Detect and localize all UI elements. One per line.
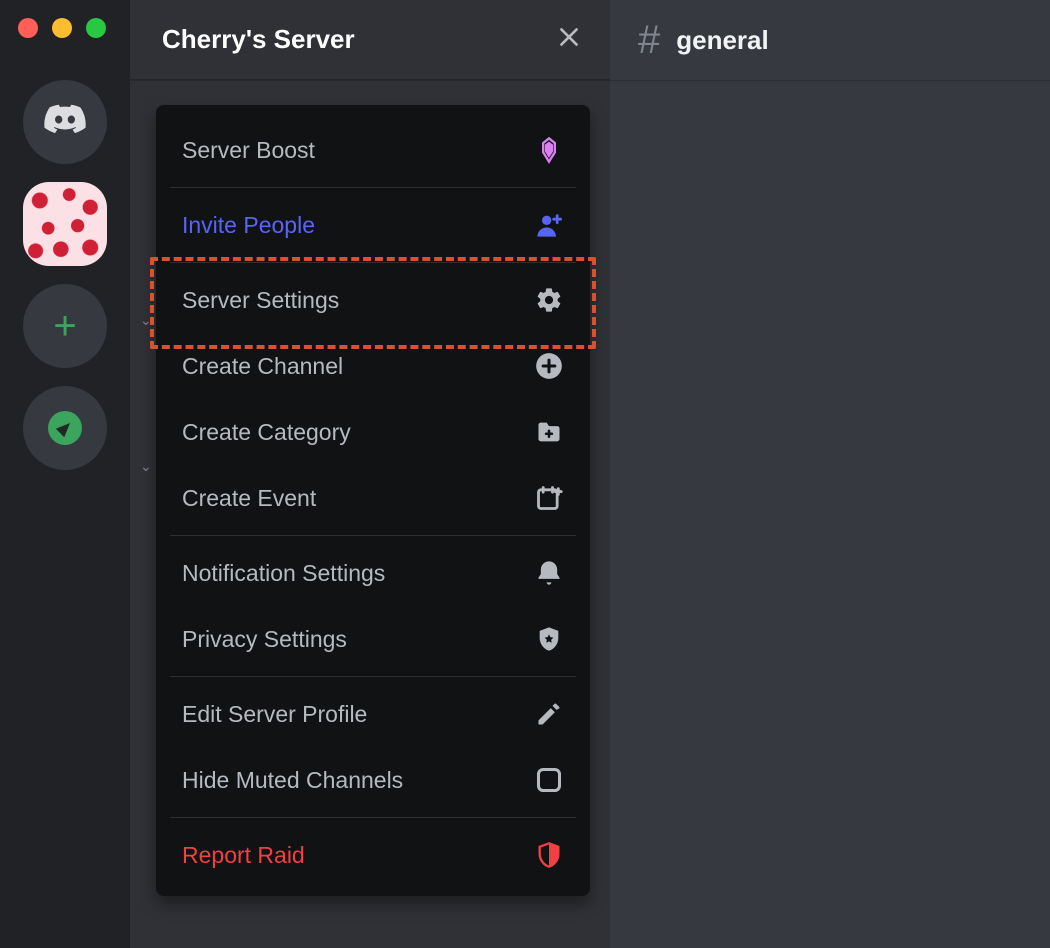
menu-item-label: Create Channel [182,353,343,380]
menu-divider [170,535,576,536]
gear-icon [534,285,564,315]
menu-item-label: Create Category [182,419,351,446]
menu-create-event[interactable]: Create Event [156,465,590,531]
menu-item-label: Create Event [182,485,316,512]
server-title: Cherry's Server [162,24,355,55]
menu-item-label: Privacy Settings [182,626,347,653]
shield-star-icon [534,624,564,654]
menu-item-label: Edit Server Profile [182,701,367,728]
category-collapse-chevron[interactable]: ⌄ [140,312,152,329]
boost-icon [534,135,564,165]
menu-server-settings[interactable]: Server Settings [156,267,590,333]
main-content: # general [610,0,1050,948]
server-header[interactable]: Cherry's Server [130,0,610,80]
plus-icon: + [53,306,76,346]
window-traffic-lights [18,18,106,38]
bell-icon [534,558,564,588]
menu-item-label: Report Raid [182,842,305,869]
menu-item-label: Hide Muted Channels [182,767,403,794]
menu-create-channel[interactable]: Create Channel [156,333,590,399]
menu-item-label: Server Boost [182,137,315,164]
add-server-button[interactable]: + [23,284,107,368]
channel-name: general [676,25,769,56]
server-cherrys-server[interactable] [23,182,107,266]
compass-icon [48,411,82,445]
menu-edit-server-profile[interactable]: Edit Server Profile [156,681,590,747]
invite-icon [534,210,564,240]
menu-notification-settings[interactable]: Notification Settings [156,540,590,606]
menu-item-label: Notification Settings [182,560,385,587]
explore-servers-button[interactable] [23,386,107,470]
hash-icon: # [638,18,660,63]
menu-item-label: Server Settings [182,287,339,314]
home-button[interactable] [23,80,107,164]
menu-item-label: Invite People [182,212,315,239]
channel-sidebar: Cherry's Server ⌄ ⌄ Server Boost Invite … [130,0,610,948]
server-avatar [23,182,107,266]
menu-hide-muted-channels[interactable]: Hide Muted Channels [156,747,590,813]
calendar-plus-icon [534,483,564,513]
menu-server-boost[interactable]: Server Boost [156,117,590,183]
category-collapse-chevron[interactable]: ⌄ [140,458,152,475]
shield-alert-icon [534,840,564,870]
menu-divider [170,817,576,818]
menu-divider [170,262,576,263]
menu-divider [170,187,576,188]
menu-create-category[interactable]: Create Category [156,399,590,465]
close-icon[interactable] [556,24,582,55]
pencil-icon [534,699,564,729]
menu-divider [170,676,576,677]
channel-header: # general [610,0,1050,80]
window-minimize-button[interactable] [52,18,72,38]
window-close-button[interactable] [18,18,38,38]
server-menu-dropdown: Server Boost Invite People Server Settin… [156,105,590,896]
menu-report-raid[interactable]: Report Raid [156,822,590,888]
discord-logo-icon [42,99,88,145]
menu-invite-people[interactable]: Invite People [156,192,590,258]
window-zoom-button[interactable] [86,18,106,38]
checkbox-icon [534,765,564,795]
server-rail: + [0,0,130,948]
plus-circle-icon [534,351,564,381]
folder-plus-icon [534,417,564,447]
menu-privacy-settings[interactable]: Privacy Settings [156,606,590,672]
